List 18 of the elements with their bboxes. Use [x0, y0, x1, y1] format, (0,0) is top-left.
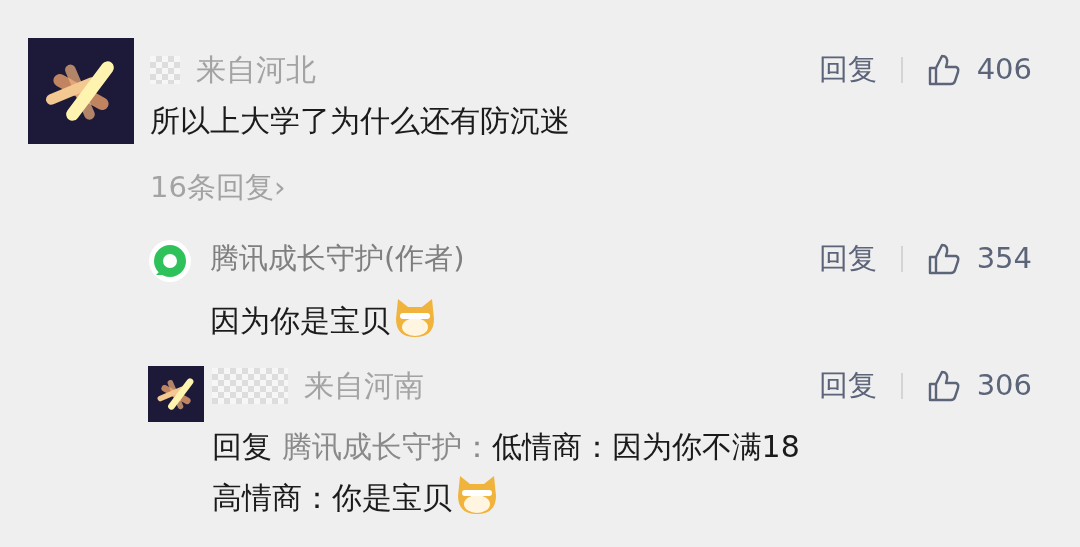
author-name[interactable]: 腾讯成长守护(作者) [210, 237, 465, 281]
comment-text: 所以上大学了为什么还有防沉迷 [150, 101, 571, 139]
reply-text: 回复 腾讯成长守护：低情商：因为你不满18 高情商：你是宝贝 [212, 428, 801, 519]
reply-button[interactable]: 回复 [818, 48, 877, 92]
avatar[interactable] [28, 38, 134, 144]
like-button[interactable]: 354 [926, 237, 1032, 281]
thumbs-up-icon [926, 242, 961, 276]
reply-button[interactable]: 回复 [818, 237, 877, 281]
thumbs-up-icon [926, 52, 961, 87]
avatar[interactable] [148, 365, 204, 422]
location-text: 来自河北 [196, 51, 316, 89]
reply-button[interactable]: 回复 [818, 363, 877, 408]
like-button[interactable]: 306 [926, 363, 1032, 408]
thumbs-up-icon [926, 368, 961, 403]
reply-text: 因为你是宝贝 [210, 294, 1032, 346]
mention-link[interactable]: 腾讯成长守护： [281, 429, 492, 465]
like-button[interactable]: 406 [926, 48, 1032, 92]
location-text: 来自河南 [304, 366, 424, 405]
